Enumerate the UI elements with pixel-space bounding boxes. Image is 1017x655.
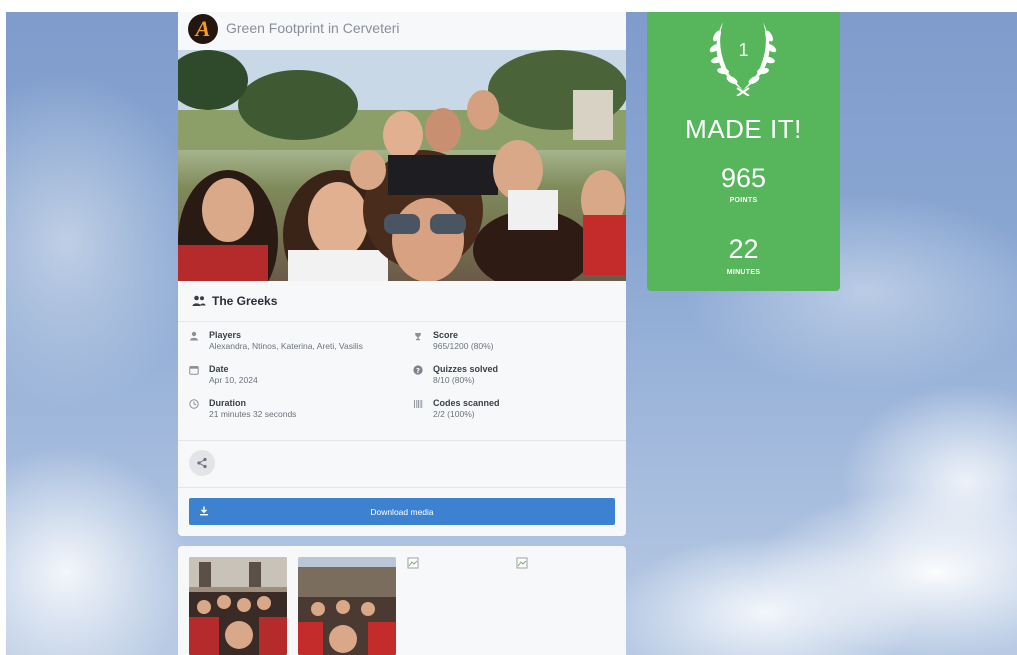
trophy-icon: [415, 333, 421, 341]
stat-quizzes: ? Quizzes solved 8/10 (80%): [413, 364, 498, 386]
download-media-label: Download media: [370, 506, 434, 517]
points-label: POINTS: [729, 197, 758, 204]
players-label: Players: [209, 330, 242, 340]
made-it-heading: MADE IT!: [685, 114, 802, 144]
media-gallery: [178, 546, 626, 655]
game-title[interactable]: Green Footprint in Cerveteri: [226, 20, 400, 36]
download-media-button[interactable]: Download media: [189, 498, 615, 525]
codes-label: Codes scanned: [433, 398, 500, 408]
score-value: 965/1200 (80%): [433, 341, 494, 351]
gallery-thumbnail[interactable]: [189, 557, 287, 655]
team-bar: The Greeks: [178, 281, 626, 322]
minutes-value: 22: [728, 234, 759, 264]
score-label: Score: [433, 330, 459, 340]
minutes-label: MINUTES: [726, 269, 761, 276]
app-logo-icon[interactable]: A: [188, 14, 218, 44]
share-button[interactable]: [189, 450, 215, 476]
team-name: The Greeks: [212, 294, 278, 308]
stat-date: Date Apr 10, 2024: [189, 364, 258, 386]
clock-icon: [189, 399, 199, 409]
group-photo-image: [189, 557, 287, 655]
date-value: Apr 10, 2024: [209, 375, 258, 385]
share-icon: [197, 457, 207, 469]
result-card: A Green Footprint in Cerveteri The Greek…: [178, 12, 626, 536]
codes-value: 2/2 (100%): [433, 409, 475, 419]
stat-players: Players Alexandra, Ntinos, Katerina, Are…: [189, 330, 363, 352]
broken-image-icon[interactable]: [516, 557, 528, 569]
stat-score: Score 965/1200 (80%): [413, 330, 494, 352]
duration-label: Duration: [209, 398, 246, 408]
svg-text:?: ?: [416, 367, 420, 375]
stats-panel: Players Alexandra, Ntinos, Katerina, Are…: [178, 330, 626, 438]
users-icon: [192, 295, 206, 306]
divider: [178, 487, 626, 488]
broken-image-icon[interactable]: [407, 557, 419, 569]
group-photo-image: [298, 557, 396, 655]
date-label: Date: [209, 364, 229, 374]
divider: [178, 440, 626, 441]
user-icon: [190, 331, 198, 341]
result-medal: 1 MADE IT! 965 POINTS 22 MINUTES: [647, 12, 840, 291]
quizzes-label: Quizzes solved: [433, 364, 499, 374]
card-header: A Green Footprint in Cerveteri: [178, 12, 626, 50]
duration-value: 21 minutes 32 seconds: [209, 409, 297, 419]
calendar-icon: [189, 366, 199, 375]
players-value: Alexandra, Ntinos, Katerina, Areti, Vasi…: [209, 341, 363, 351]
points-value: 965: [720, 163, 767, 193]
question-icon: ?: [413, 365, 423, 375]
team-selfie-image: [178, 50, 626, 281]
qrcode-icon: [414, 400, 423, 408]
rank-number: 1: [738, 40, 749, 60]
stat-duration: Duration 21 minutes 32 seconds: [189, 398, 296, 420]
quizzes-value: 8/10 (80%): [433, 375, 475, 385]
gallery-thumbnail[interactable]: [298, 557, 396, 655]
download-icon: [200, 506, 208, 516]
stat-codes: Codes scanned 2/2 (100%): [413, 398, 500, 420]
team-photo[interactable]: [178, 50, 626, 281]
